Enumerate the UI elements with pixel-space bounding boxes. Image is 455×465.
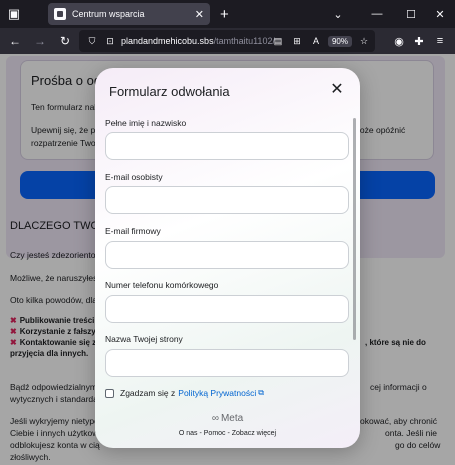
tab-favicon-icon [54,8,66,20]
back-arrow-icon[interactable]: ← [4,30,26,52]
screenshot-icon[interactable]: ⊞ [290,36,304,47]
navigation-bar: ← → ↻ ⛉ ⊡ plandandmehicobu.sbs/tamthaitu… [0,28,455,54]
translate-icon[interactable]: A [309,36,323,46]
zoom-level-badge[interactable]: 90% [327,35,352,47]
meta-infinity-icon: ∞ [211,413,219,424]
appeal-form-modal: Formularz odwołania ✕ Pełne imię i nazwi… [95,68,360,448]
external-link-icon: ⧉ [258,388,264,397]
page-name-label: Nazwa Twojej strony [105,334,183,344]
url-path: /tamthaitu1102/ [213,36,275,46]
new-tab-icon[interactable]: + [220,6,229,23]
modal-title: Formularz odwołania [109,84,230,99]
shield-icon[interactable]: ⛉ [85,36,99,47]
menu-icon[interactable]: ≡ [430,28,450,54]
consent-row: Zgadzam się z Polityką Prywatności ⧉ [105,388,264,398]
lock-icon[interactable]: ⊡ [103,36,117,47]
reader-view-icon[interactable]: ▤ [271,36,285,47]
meta-logo: ∞ Meta [95,413,360,424]
consent-checkbox[interactable] [105,388,114,398]
tab-overflow-chevron-icon[interactable]: ⌄ [323,0,353,28]
extensions-icon[interactable]: ✚ [409,28,429,54]
personal-email-input[interactable] [105,186,349,214]
close-icon[interactable]: ✕ [328,80,346,98]
url-bar[interactable]: ⛉ ⊡ plandandmehicobu.sbs/tamthaitu1102/ … [79,30,375,52]
privacy-policy-link[interactable]: Polityką Prywatności [178,388,256,398]
business-email-label: E-mail firmowy [105,226,161,236]
consent-text: Zgadzam się z [120,388,176,398]
account-icon[interactable]: ◉ [389,28,409,54]
minimize-icon[interactable]: — [362,0,392,28]
reload-icon[interactable]: ↻ [54,30,76,52]
business-email-input[interactable] [105,241,349,269]
tab-title: Centrum wsparcia [72,9,145,19]
modal-scrollbar[interactable] [353,118,356,340]
meta-logo-text: Meta [220,413,244,424]
full-name-label: Pełne imię i nazwisko [105,118,187,128]
close-window-icon[interactable]: ✕ [425,0,455,28]
url-host: plandandmehicobu.sbs [121,36,214,46]
tab-list-icon[interactable]: ▣ [0,0,28,28]
phone-label: Numer telefonu komórkowego [105,280,219,290]
forward-arrow-icon[interactable]: → [29,30,51,52]
page-name-input[interactable] [105,349,349,377]
tab-support-center[interactable]: Centrum wsparcia ✕ [48,3,210,25]
personal-email-label: E-mail osobisty [105,172,163,182]
maximize-icon[interactable]: ☐ [396,0,426,28]
footer-links[interactable]: O nas - Pomoc - Zobacz więcej [95,430,360,437]
tab-close-icon[interactable]: ✕ [195,8,204,21]
full-name-input[interactable] [105,132,349,160]
phone-input[interactable] [105,295,349,323]
bookmark-star-icon[interactable]: ☆ [357,36,371,47]
